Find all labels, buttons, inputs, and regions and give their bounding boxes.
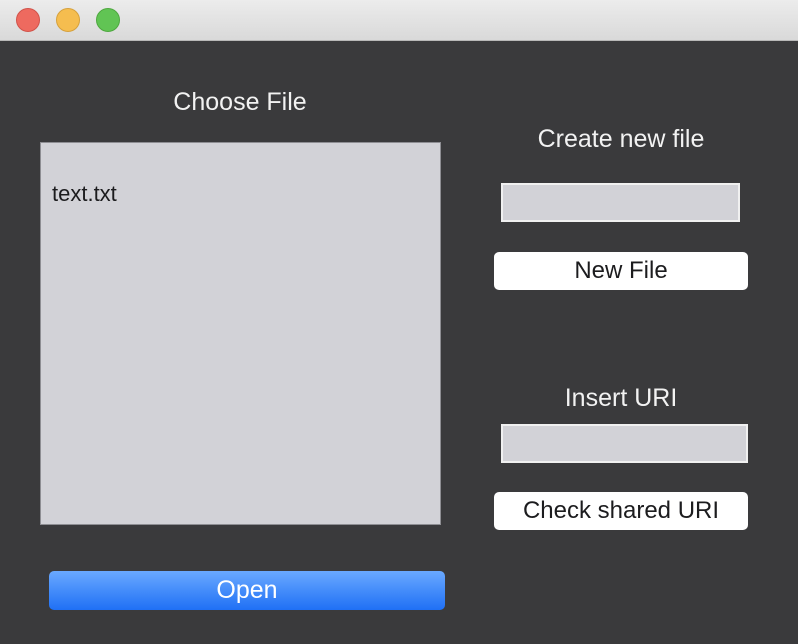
insert-uri-label: Insert URI bbox=[564, 384, 678, 412]
app-window: Choose File text.txt Open Create new fil… bbox=[0, 0, 798, 644]
title-bar bbox=[0, 0, 798, 41]
maximize-window-button[interactable] bbox=[96, 8, 120, 32]
minimize-window-button[interactable] bbox=[56, 8, 80, 32]
new-file-button[interactable]: New File bbox=[494, 252, 748, 290]
open-button[interactable]: Open bbox=[49, 571, 445, 610]
close-window-button[interactable] bbox=[16, 8, 40, 32]
file-list[interactable]: text.txt bbox=[40, 142, 441, 525]
file-list-item[interactable]: text.txt bbox=[52, 181, 440, 207]
check-shared-uri-button[interactable]: Check shared URI bbox=[494, 492, 748, 530]
new-file-name-input[interactable] bbox=[501, 183, 740, 222]
choose-file-label: Choose File bbox=[173, 88, 307, 116]
create-new-file-label: Create new file bbox=[537, 125, 705, 153]
uri-input[interactable] bbox=[501, 424, 748, 463]
